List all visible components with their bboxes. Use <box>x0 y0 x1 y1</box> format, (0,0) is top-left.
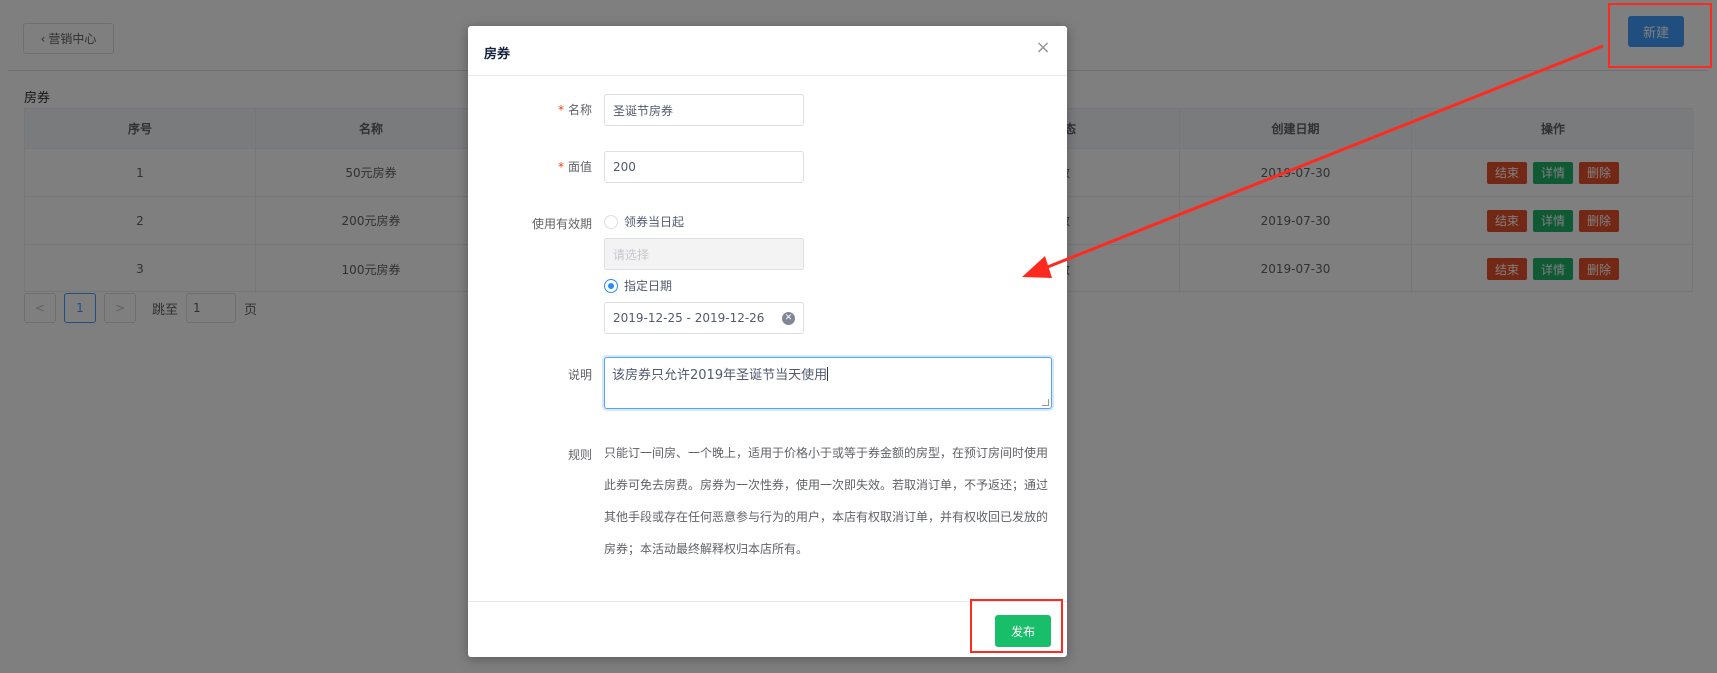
annotation-arrow-icon <box>1022 44 1604 278</box>
